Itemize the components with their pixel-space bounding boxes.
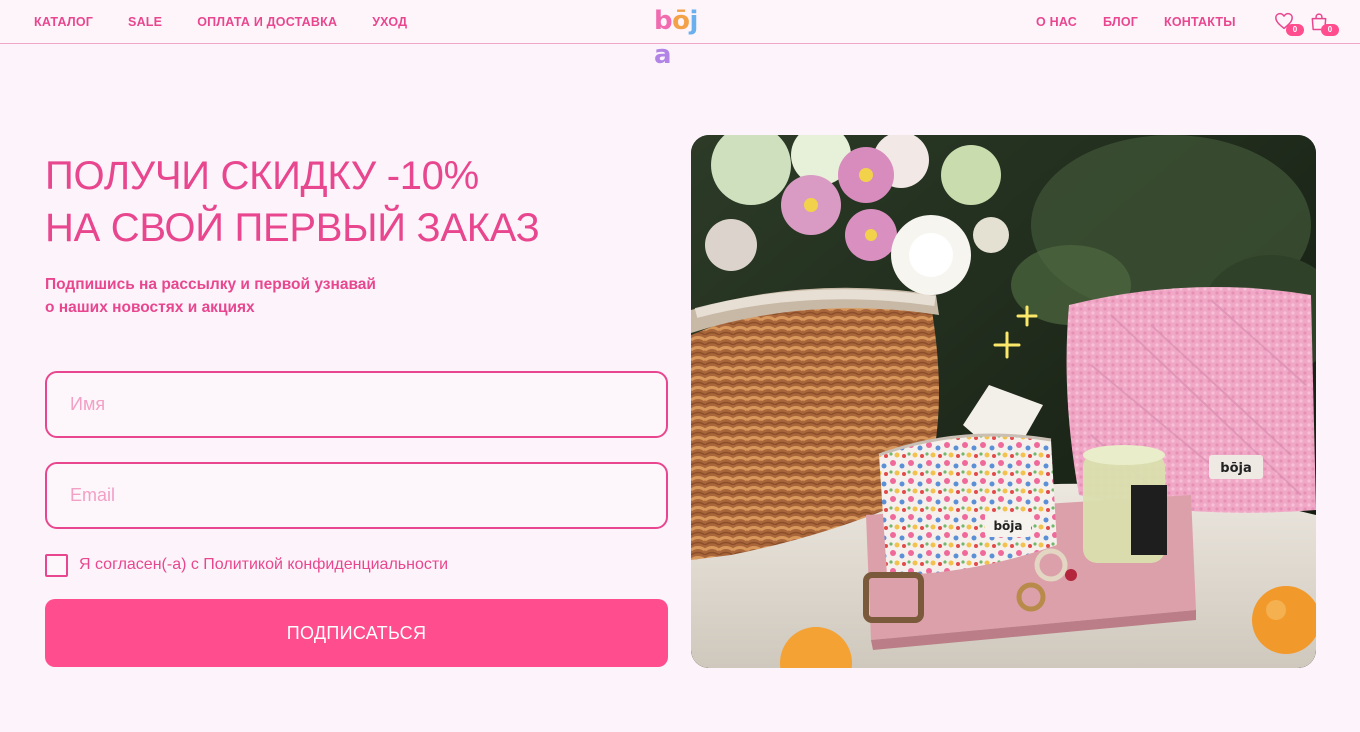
- privacy-consent-label[interactable]: Я согласен(-а) с Политикой конфиденциаль…: [79, 556, 448, 574]
- nav-sale[interactable]: SALE: [128, 15, 162, 29]
- favorites-count-badge: 0: [1286, 24, 1304, 36]
- promo-headline-line1: ПОЛУЧИ СКИДКУ -10%: [45, 154, 479, 198]
- pouch-brand-label: bōja: [993, 519, 1022, 533]
- email-field[interactable]: [45, 462, 668, 529]
- promo-photo: bōja bōja: [691, 135, 1316, 668]
- nav-blog[interactable]: БЛОГ: [1103, 15, 1138, 29]
- cart-button[interactable]: 0: [1309, 12, 1339, 38]
- name-field[interactable]: [45, 371, 668, 438]
- nav-care[interactable]: УХОД: [372, 15, 407, 29]
- promo-headline-line2: НА СВОЙ ПЕРВЫЙ ЗАКАЗ: [45, 206, 540, 250]
- subscribe-button[interactable]: ПОДПИСАТЬСЯ: [45, 599, 668, 667]
- nav-contacts[interactable]: КОНТАКТЫ: [1164, 15, 1236, 29]
- main-nav-right: О НАС БЛОГ КОНТАКТЫ: [1036, 0, 1262, 44]
- privacy-consent[interactable]: Я согласен(-а) с Политикой конфиденциаль…: [45, 553, 448, 577]
- cart-count-badge: 0: [1321, 24, 1339, 36]
- main-nav-left: КАТАЛОГ SALE ОПЛАТА И ДОСТАВКА УХОД: [34, 0, 442, 44]
- favorites-button[interactable]: 0: [1274, 12, 1304, 38]
- promo-subtext-line1: Подпишись на рассылку и первой узнавай: [45, 276, 376, 293]
- promo-subtext-line2: о наших новостях и акциях: [45, 299, 255, 316]
- nav-catalog[interactable]: КАТАЛОГ: [34, 15, 93, 29]
- promo-headline: ПОЛУЧИ СКИДКУ -10% НА СВОЙ ПЕРВЫЙ ЗАКАЗ: [45, 150, 665, 254]
- site-header: КАТАЛОГ SALE ОПЛАТА И ДОСТАВКА УХОД bōja…: [0, 0, 1360, 70]
- promo-photo-illustration: bōja bōja: [691, 135, 1316, 668]
- promo-subtext: Подпишись на рассылку и первой узнавай о…: [45, 273, 465, 319]
- privacy-consent-checkbox[interactable]: [45, 553, 68, 577]
- nav-payment-delivery[interactable]: ОПЛАТА И ДОСТАВКА: [197, 15, 337, 29]
- bag-brand-label: bōja: [1220, 461, 1251, 476]
- nav-about[interactable]: О НАС: [1036, 15, 1077, 29]
- brand-logo[interactable]: bōja: [654, 4, 710, 70]
